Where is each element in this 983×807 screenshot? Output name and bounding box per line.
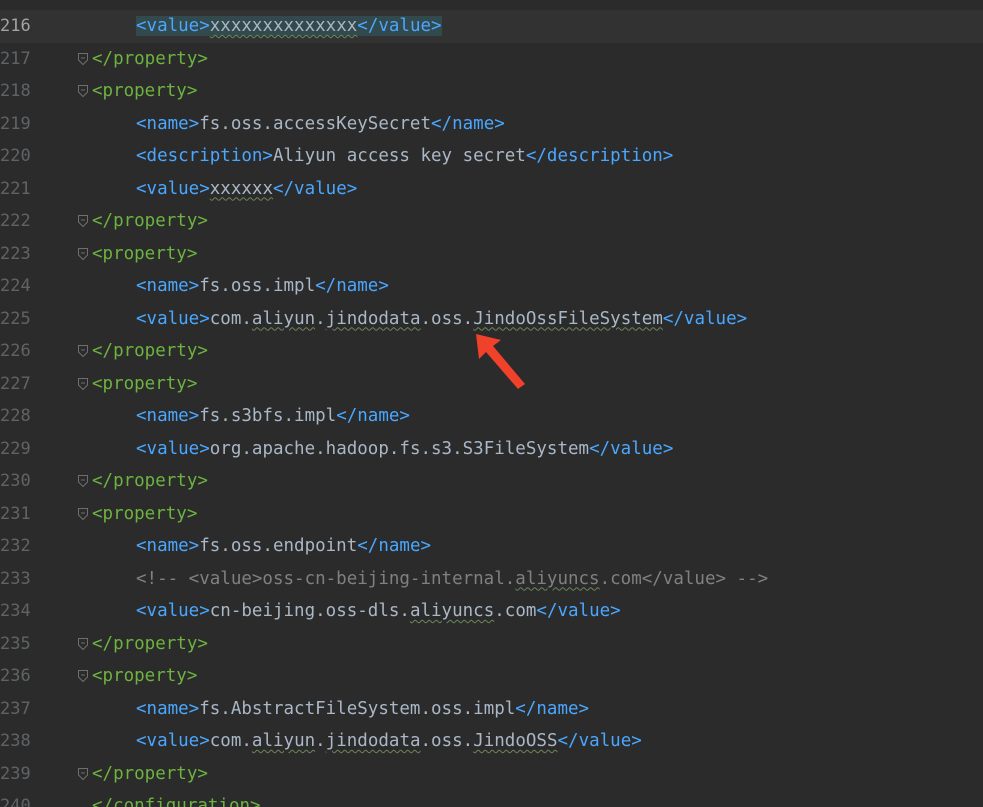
code-editor[interactable]: 216 <value>xxxxxxxxxxxxxx</value> 217 </pro… — [0, 0, 983, 807]
red-arrow-icon — [476, 334, 525, 389]
